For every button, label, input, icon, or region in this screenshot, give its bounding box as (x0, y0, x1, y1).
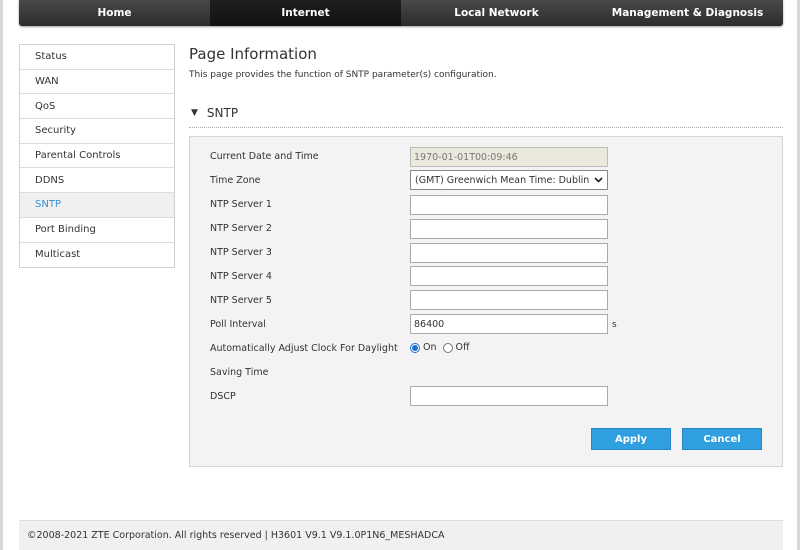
dscp-input[interactable] (410, 386, 608, 406)
apply-button[interactable]: Apply (591, 428, 671, 450)
sidebar-item-port-binding[interactable]: Port Binding (20, 218, 174, 243)
poll-interval-input[interactable] (410, 314, 608, 334)
dst-off-radio[interactable] (442, 342, 453, 353)
top-nav: Home Internet Local Network Management &… (19, 0, 783, 26)
sidebar-item-security[interactable]: Security (20, 119, 174, 144)
poll-interval-unit: s (612, 320, 617, 330)
timezone-select[interactable]: (GMT) Greenwich Mean Time: Dublin (410, 170, 608, 190)
dst-off-label[interactable]: Off (456, 342, 470, 353)
ntp-server-1-input[interactable] (410, 195, 608, 215)
sidebar-item-wan[interactable]: WAN (20, 70, 174, 95)
tab-local-network[interactable]: Local Network (401, 0, 592, 26)
daylight-saving-label-line1: Automatically Adjust Clock For Daylight (210, 343, 398, 354)
section-title: SNTP (206, 106, 239, 120)
tab-internet[interactable]: Internet (210, 0, 401, 26)
ntp-server-4-input[interactable] (410, 266, 608, 286)
dst-on-radio[interactable] (410, 342, 420, 353)
current-time-label: Current Date and Time (210, 151, 319, 162)
ntp-server-3-input[interactable] (410, 243, 608, 263)
ntp-server-3-label: NTP Server 3 (210, 247, 272, 258)
section-header-sntp[interactable]: ▼ SNTP (191, 106, 238, 120)
section-divider (189, 127, 783, 128)
timezone-selected-value: (GMT) Greenwich Mean Time: Dublin (415, 174, 590, 186)
poll-interval-label: Poll Interval (210, 319, 266, 330)
footer: ©2008-2021 ZTE Corporation. All rights r… (19, 520, 783, 550)
ntp-server-5-input[interactable] (410, 290, 608, 310)
ntp-server-1-label: NTP Server 1 (210, 199, 272, 210)
sidebar-item-qos[interactable]: QoS (20, 94, 174, 120)
tab-home[interactable]: Home (19, 0, 210, 26)
daylight-saving-label-line2: Saving Time (210, 367, 269, 378)
dscp-label: DSCP (210, 391, 236, 402)
sidebar-item-status[interactable]: Status (20, 45, 174, 70)
ntp-server-5-label: NTP Server 5 (210, 295, 272, 306)
sidebar: Status WAN QoS Security Parental Control… (19, 44, 175, 269)
dst-on-label[interactable]: On (423, 342, 437, 353)
frame-left-border (0, 0, 3, 550)
footer-copyright: ©2008-2021 ZTE Corporation. All rights r… (27, 530, 445, 541)
collapse-triangle-icon[interactable]: ▼ (191, 108, 198, 118)
current-time-field (410, 147, 608, 167)
sidebar-item-ddns[interactable]: DDNS (20, 168, 174, 194)
chevron-down-icon (594, 175, 603, 186)
timezone-label: Time Zone (210, 175, 261, 186)
daylight-saving-radio-group: On Off (410, 342, 476, 353)
cancel-button[interactable]: Cancel (682, 428, 762, 450)
ntp-server-2-label: NTP Server 2 (210, 223, 272, 234)
sidebar-item-parental-controls[interactable]: Parental Controls (20, 144, 174, 169)
tab-management-diagnosis[interactable]: Management & Diagnosis (592, 0, 783, 26)
ntp-server-4-label: NTP Server 4 (210, 271, 272, 282)
sidebar-item-sntp[interactable]: SNTP (20, 193, 174, 218)
page-description: This page provides the function of SNTP … (189, 70, 497, 80)
sidebar-item-multicast[interactable]: Multicast (20, 243, 174, 268)
page-title: Page Information (189, 45, 317, 63)
ntp-server-2-input[interactable] (410, 219, 608, 239)
